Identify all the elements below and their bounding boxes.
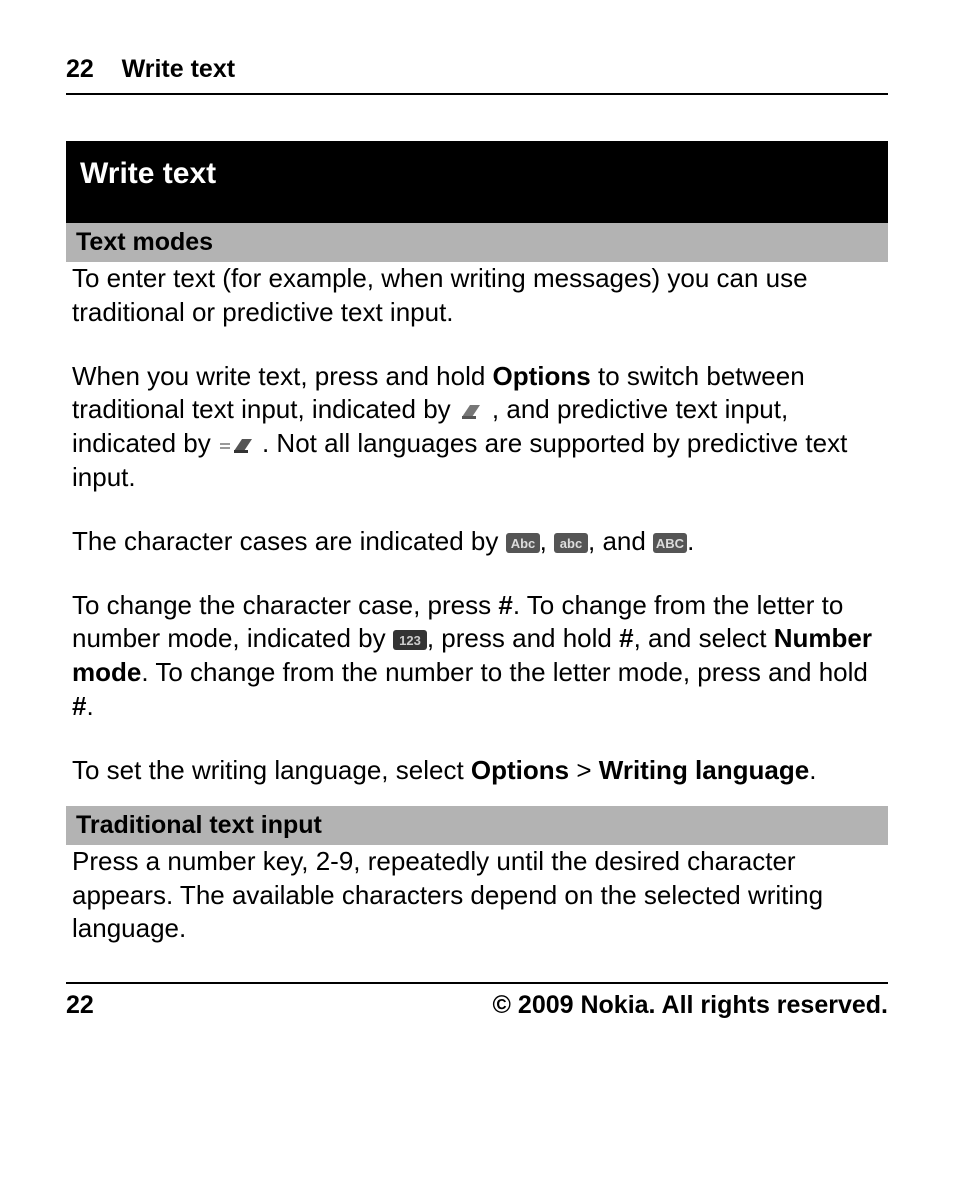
paragraph: The character cases are indicated by Abc… [72, 525, 888, 559]
svg-text:abc: abc [560, 536, 582, 551]
page-footer: 22 © 2009 Nokia. All rights reserved. [66, 982, 888, 1021]
hash-key: # [72, 691, 86, 721]
paragraph: When you write text, press and hold Opti… [72, 360, 888, 495]
paragraph: To change the character case, press #. T… [72, 589, 888, 724]
chapter-title-bar: Write text [66, 141, 888, 223]
hash-key: # [498, 590, 512, 620]
footer-copyright: © 2009 Nokia. All rights reserved. [493, 990, 888, 1021]
header-section-name: Write text [122, 55, 235, 83]
svg-text:123: 123 [399, 633, 421, 648]
case-lower-icon: abc [554, 528, 588, 548]
options-label: Options [493, 361, 591, 391]
paragraph: To set the writing language, select Opti… [72, 754, 888, 788]
traditional-input-icon [458, 396, 492, 416]
case-sentence-icon: Abc [506, 528, 540, 548]
number-mode-icon: 123 [393, 625, 427, 645]
hash-key: # [619, 623, 633, 653]
writing-language-label: Writing language [599, 755, 809, 785]
section-heading-text-modes: Text modes [66, 223, 888, 262]
svg-text:Abc: Abc [510, 536, 535, 551]
svg-text:ABC: ABC [656, 536, 685, 551]
predictive-input-icon [218, 430, 262, 450]
paragraph: To enter text (for example, when writing… [72, 262, 888, 330]
paragraph: Press a number key, 2-9, repeatedly unti… [72, 845, 888, 946]
case-upper-icon: ABC [653, 528, 687, 548]
running-header: 22 Write text [66, 54, 888, 95]
footer-page-number: 22 [66, 990, 94, 1021]
options-label: Options [471, 755, 569, 785]
header-page-number: 22 [66, 55, 94, 83]
chapter-title: Write text [80, 157, 216, 190]
section-heading-traditional: Traditional text input [66, 806, 888, 845]
